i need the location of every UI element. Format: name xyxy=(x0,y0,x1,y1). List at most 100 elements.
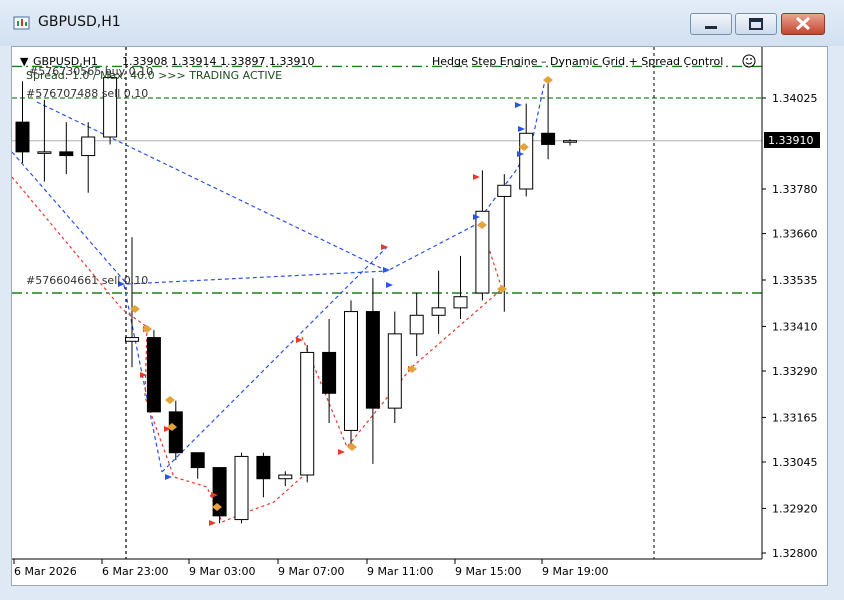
candle-body-bear xyxy=(168,411,183,454)
window-titlebar[interactable]: GBPUSD,H1 xyxy=(0,0,844,46)
candle-body-bear xyxy=(146,337,161,413)
trade-arrow-marker xyxy=(381,244,388,250)
order-label-sell-2: #576604661 sell 0.10 xyxy=(26,274,148,287)
price-tick-label: 1.33290 xyxy=(772,365,818,378)
maximize-button[interactable] xyxy=(735,13,777,35)
candle xyxy=(453,255,468,319)
time-tick-label: 6 Mar 2026 xyxy=(14,565,77,578)
minimize-button[interactable] xyxy=(690,13,732,35)
candle xyxy=(322,319,337,423)
candle-body-bull xyxy=(125,337,139,342)
candle xyxy=(59,122,74,175)
order-label-sell-1: #576707488 sell 0.10 xyxy=(26,87,148,100)
price-levels xyxy=(12,65,762,294)
price-tick-label: 1.32920 xyxy=(772,502,818,515)
order-close-marker xyxy=(543,76,553,84)
candle-body-bull xyxy=(234,455,249,521)
time-tick-label: 9 Mar 11:00 xyxy=(367,565,433,578)
candle xyxy=(234,452,249,524)
candle-body-bear xyxy=(15,121,30,153)
candle xyxy=(146,330,161,413)
candle xyxy=(365,278,380,464)
candle-body-bear xyxy=(322,351,337,394)
candles xyxy=(15,70,577,524)
price-axis: 1.34025 1.33780 1.33660 1.33535 1.33410 1.332… xyxy=(762,92,818,560)
close-button[interactable] xyxy=(781,13,825,35)
order-close-marker xyxy=(347,443,357,451)
candle xyxy=(278,471,293,487)
candle xyxy=(81,122,96,193)
candle-body-bear xyxy=(256,455,271,480)
order-close-marker xyxy=(165,396,175,404)
buy-connector-1 xyxy=(11,151,388,285)
time-axis: 6 Mar 2026 6 Mar 23:00 9 Mar 03:00 9 Mar 07… xyxy=(13,559,608,578)
price-tick-label: 1.33165 xyxy=(772,411,818,424)
price-tick-label: 1.33045 xyxy=(772,456,818,469)
candle xyxy=(168,400,183,461)
candlestick-chart[interactable]: 1.34025 1.33780 1.33660 1.33535 1.33410 1.332… xyxy=(11,47,827,585)
maximize-icon xyxy=(749,18,763,30)
window-bottom-border xyxy=(0,586,844,600)
trade-arrow-marker xyxy=(473,174,480,180)
chart-window-icon xyxy=(13,16,30,30)
candle-body-bull xyxy=(81,136,96,157)
order-label-buy: #576730565 buy 0.10 xyxy=(29,65,153,78)
price-tick-label: 1.33660 xyxy=(772,228,818,241)
trade-arrow-marker xyxy=(338,449,345,455)
minimize-icon xyxy=(705,26,717,29)
candle xyxy=(190,452,205,479)
close-icon xyxy=(795,16,811,31)
candle xyxy=(387,311,402,423)
candle xyxy=(519,103,534,197)
window-title: GBPUSD,H1 xyxy=(38,14,121,30)
candle xyxy=(409,293,424,357)
candle-body-bull xyxy=(409,314,424,335)
candle xyxy=(563,139,577,146)
candle-body-bull xyxy=(519,132,534,190)
candle-body-bear xyxy=(541,132,556,145)
time-tick-label: 9 Mar 15:00 xyxy=(455,565,521,578)
price-tick-label: 1.34025 xyxy=(772,92,818,105)
trade-arrow-marker xyxy=(165,474,172,480)
time-tick-label: 9 Mar 03:00 xyxy=(189,565,255,578)
trade-arrow-marker xyxy=(209,520,216,526)
time-tick-label: 6 Mar 23:00 xyxy=(102,565,168,578)
trade-arrow-marker xyxy=(518,126,525,132)
chart-area[interactable]: 1.34025 1.33780 1.33660 1.33535 1.33410 1.332… xyxy=(11,46,828,586)
price-tick-label: 1.33780 xyxy=(772,183,818,196)
candle-body-bull xyxy=(300,351,315,476)
price-tick-label: 1.33410 xyxy=(772,320,818,333)
candle-body-bull xyxy=(563,140,577,143)
trade-markers xyxy=(118,76,553,526)
order-close-marker xyxy=(142,325,152,333)
candle-body-bull xyxy=(278,474,293,480)
candle-body-bear xyxy=(59,151,74,157)
current-price-label: 1.33910 xyxy=(768,134,814,147)
candle xyxy=(475,170,490,301)
symbol-dropdown-icon[interactable]: ▼ xyxy=(20,55,29,68)
sell-connector-3 xyxy=(301,226,503,449)
candle-body-bull xyxy=(344,311,358,431)
sell-connector-1 xyxy=(11,176,148,328)
price-tick-label: 1.32800 xyxy=(772,547,818,560)
ea-name-label: Hedge Step Engine – Dynamic Grid + Sprea… xyxy=(432,55,723,68)
time-tick-label: 9 Mar 19:00 xyxy=(542,565,608,578)
candle xyxy=(431,270,446,334)
smiley-icon xyxy=(742,54,756,68)
order-close-marker xyxy=(407,365,417,373)
trade-arrow-marker xyxy=(386,282,393,288)
candle-body-bear xyxy=(190,452,205,469)
terminal-window: GBPUSD,H1 1.34025 1.33780 1.33660 1.3353… xyxy=(0,0,844,600)
candle-body-bull xyxy=(453,296,468,309)
candle-body-bull xyxy=(387,333,402,409)
candle-body-bull xyxy=(497,184,512,197)
trade-arrow-marker xyxy=(383,267,390,273)
trade-arrow-marker xyxy=(515,102,522,108)
candle-body-bear xyxy=(365,311,380,409)
candle-body-bull xyxy=(431,307,446,316)
time-tick-label: 9 Mar 07:00 xyxy=(278,565,344,578)
current-price-tag: 1.33910 xyxy=(764,132,820,148)
price-tick-label: 1.33535 xyxy=(772,274,818,287)
candle xyxy=(256,452,271,498)
candle xyxy=(300,345,315,483)
